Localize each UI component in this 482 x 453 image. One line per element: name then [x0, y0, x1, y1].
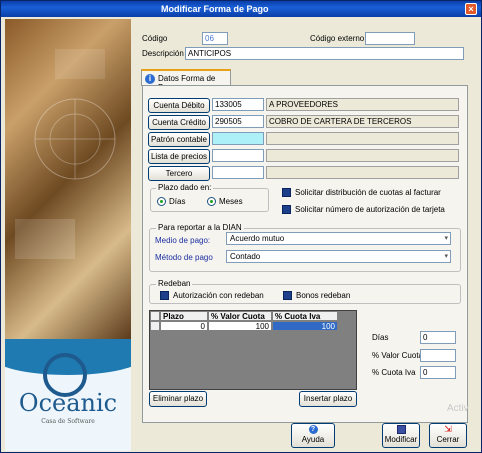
lista-de-precios-code[interactable] [212, 149, 264, 162]
chevron-down-icon: ▾ [444, 253, 448, 260]
grid-header-cuota-iva: % Cuota Iva [272, 311, 338, 321]
chevron-down-icon: ▾ [444, 235, 448, 242]
redeban-group-title: Redeban [156, 279, 193, 288]
plazo-group-title: Plazo dado en: [156, 183, 214, 192]
info-icon: i [145, 74, 155, 84]
close-button[interactable]: × [465, 3, 477, 15]
decorative-background-image [15, 49, 116, 259]
cuenta-credito-button[interactable]: Cuenta Crédito [148, 115, 210, 130]
medio-pago-value: Acuerdo mutuo [230, 234, 285, 243]
valor-cuota-field[interactable] [420, 349, 456, 362]
modificar-button[interactable]: Modificar [382, 423, 420, 448]
cuota-iva-field-label: % Cuota Iva [372, 368, 416, 377]
grid-cell-plazo[interactable]: 0 [160, 321, 208, 331]
cerrar-button[interactable]: ⇲ Cerrar [429, 423, 467, 448]
distribucion-cuotas-checkbox[interactable] [282, 188, 291, 197]
cuenta-credito-code[interactable]: 290505 [212, 115, 264, 128]
grid-corner [150, 311, 160, 321]
eliminar-plazo-button[interactable]: Eliminar plazo [149, 391, 207, 407]
codigo-label: Código [142, 34, 168, 43]
title-bar: Modificar Forma de Pago × [1, 1, 481, 17]
metodo-pago-value: Contado [230, 252, 261, 261]
meses-radio[interactable] [207, 197, 216, 206]
ayuda-button[interactable]: ? Ayuda [291, 423, 335, 448]
cuenta-debito-button[interactable]: Cuenta Débito [148, 98, 210, 113]
patron-contable-button[interactable]: Patrón contable [148, 132, 210, 147]
window-title: Modificar Forma de Pago [161, 4, 269, 14]
cuenta-debito-code[interactable]: 133005 [212, 98, 264, 111]
metodo-pago-label: Método de pago [155, 253, 213, 262]
modificar-label: Modificar [384, 435, 418, 444]
dias-field-label: Días [372, 333, 389, 342]
distribucion-cuotas-label: Solicitar distribución de cuotas al fact… [295, 188, 441, 197]
lista-de-precios-button[interactable]: Lista de precios [148, 149, 210, 164]
help-icon: ? [308, 425, 318, 434]
medio-pago-label: Medio de pago: [155, 236, 211, 245]
autorizacion-tarjeta-checkbox[interactable] [282, 205, 291, 214]
bonos-redeban-checkbox[interactable] [283, 291, 292, 300]
cuenta-debito-desc: A PROVEEDORES [266, 98, 459, 111]
dian-group-title: Para reportar a la DIAN [156, 223, 244, 232]
dias-radio-label: Días [169, 197, 186, 206]
grid-cell-cuota-iva[interactable]: 100 [272, 321, 338, 331]
metodo-pago-select[interactable]: Contado ▾ [226, 250, 451, 263]
dias-radio[interactable] [157, 197, 166, 206]
tercero-code[interactable] [212, 166, 264, 179]
grid-cell-valor-cuota[interactable]: 100 [208, 321, 272, 331]
descripcion-field[interactable]: ANTICIPOS [185, 47, 464, 60]
plazos-grid[interactable]: Plazo % Valor Cuota % Cuota Iva 0 100 10… [149, 310, 357, 390]
grid-row-indicator [150, 321, 160, 331]
tercero-button[interactable]: Tercero [148, 166, 210, 181]
oceanic-logo: Oceanic Casa de Software [5, 339, 131, 451]
exit-icon: ⇲ [444, 424, 452, 434]
dialog-window: Modificar Forma de Pago × Oceanic Casa d… [0, 0, 482, 453]
autorizacion-redeban-checkbox[interactable] [160, 291, 169, 300]
valor-cuota-field-label: % Valor Cuota [372, 351, 423, 360]
grid-header-plazo: Plazo [160, 311, 208, 321]
brand-side-panel: Oceanic Casa de Software [5, 19, 131, 451]
save-icon [396, 425, 406, 434]
grid-header-valor-cuota: % Valor Cuota [208, 311, 272, 321]
watermark-text: Activ [447, 403, 469, 414]
bonos-redeban-label: Bonos redeban [296, 291, 351, 300]
patron-contable-code[interactable] [212, 132, 264, 145]
codigo-externo-label: Código externo [310, 34, 365, 43]
descripcion-label: Descripción [142, 49, 184, 58]
cuota-iva-field[interactable]: 0 [420, 366, 456, 379]
brand-tagline: Casa de Software [41, 418, 95, 425]
autorizacion-tarjeta-label: Solicitar número de autorización de tarj… [295, 205, 445, 214]
dias-field[interactable]: 0 [420, 331, 456, 344]
meses-radio-label: Meses [219, 197, 243, 206]
medio-pago-select[interactable]: Acuerdo mutuo ▾ [226, 232, 451, 245]
codigo-externo-field[interactable] [365, 32, 415, 45]
cerrar-label: Cerrar [436, 435, 460, 444]
autorizacion-redeban-label: Autorización con redeban [173, 291, 264, 300]
patron-contable-desc [266, 132, 459, 145]
ayuda-label: Ayuda [301, 435, 325, 444]
tab-datos-forma-de-pago[interactable]: i Datos Forma de Pago [141, 69, 231, 92]
tercero-desc [266, 166, 459, 179]
lista-de-precios-desc [266, 149, 459, 162]
insertar-plazo-button[interactable]: Insertar plazo [299, 391, 357, 407]
brand-name: Oceanic [18, 389, 118, 417]
codigo-field[interactable]: 06 [202, 32, 228, 45]
cuenta-credito-desc: COBRO DE CARTERA DE TERCEROS [266, 115, 459, 128]
